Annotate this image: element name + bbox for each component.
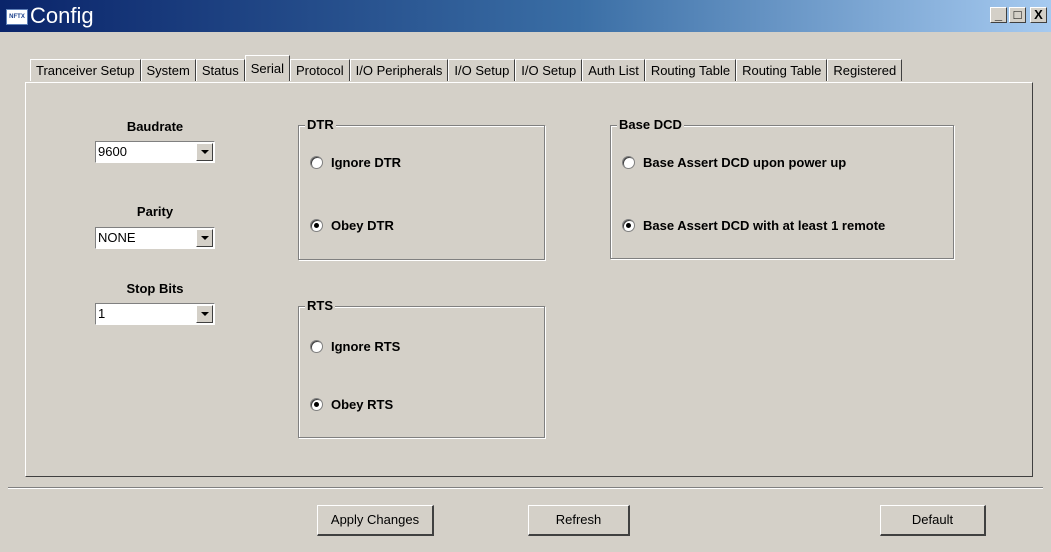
radio-off-icon bbox=[310, 340, 323, 353]
close-button[interactable]: X bbox=[1030, 7, 1047, 23]
tab-io-setup-2[interactable]: I/O Setup bbox=[515, 59, 583, 81]
obey-dtr-radio[interactable]: Obey DTR bbox=[310, 218, 394, 233]
tab-protocol[interactable]: Protocol bbox=[289, 59, 350, 81]
base-dcd-group: Base DCD bbox=[610, 117, 954, 259]
tab-registered[interactable]: Registered bbox=[827, 59, 903, 81]
apply-changes-button[interactable]: Apply Changes bbox=[317, 505, 434, 536]
rts-group: RTS bbox=[298, 298, 545, 438]
ignore-dtr-radio[interactable]: Ignore DTR bbox=[310, 155, 401, 170]
rts-group-title: RTS bbox=[305, 298, 335, 313]
separator bbox=[8, 487, 1043, 489]
tab-io-setup-1[interactable]: I/O Setup bbox=[448, 59, 516, 81]
tab-io-peripherals[interactable]: I/O Peripherals bbox=[349, 59, 449, 81]
tab-status[interactable]: Status bbox=[195, 59, 245, 81]
baudrate-label: Baudrate bbox=[126, 119, 184, 134]
stop-bits-label: Stop Bits bbox=[126, 281, 184, 296]
tab-auth-list[interactable]: Auth List bbox=[582, 59, 645, 81]
dcd-power-up-label: Base Assert DCD upon power up bbox=[643, 155, 847, 170]
refresh-button[interactable]: Refresh bbox=[528, 505, 630, 536]
ignore-rts-label: Ignore RTS bbox=[331, 339, 401, 354]
parity-select[interactable]: NONE bbox=[95, 227, 215, 249]
ignore-rts-radio[interactable]: Ignore RTS bbox=[310, 339, 400, 354]
radio-on-icon bbox=[622, 219, 635, 232]
minimize-button[interactable]: _ bbox=[990, 7, 1007, 23]
obey-dtr-label: Obey DTR bbox=[331, 218, 394, 233]
radio-on-icon bbox=[310, 398, 323, 411]
tab-serial[interactable]: Serial bbox=[244, 55, 290, 81]
dtr-group: DTR bbox=[298, 117, 545, 260]
tab-tranceiver-setup[interactable]: Tranceiver Setup bbox=[30, 59, 141, 81]
stop-bits-select[interactable]: 1 bbox=[95, 303, 215, 325]
tab-routing-table-2[interactable]: Routing Table bbox=[736, 59, 828, 81]
parity-label: Parity bbox=[136, 204, 174, 219]
radio-off-icon bbox=[622, 156, 635, 169]
tab-routing-table-1[interactable]: Routing Table bbox=[644, 59, 737, 81]
app-icon: NFTX bbox=[6, 9, 28, 25]
dtr-group-title: DTR bbox=[305, 117, 336, 132]
dcd-power-up-radio[interactable]: Base Assert DCD upon power up bbox=[622, 155, 846, 170]
dcd-one-remote-radio[interactable]: Base Assert DCD with at least 1 remote bbox=[622, 218, 885, 233]
chevron-down-icon[interactable] bbox=[196, 229, 213, 247]
title-bar[interactable]: NFTX Config _ □ X bbox=[0, 0, 1051, 32]
chevron-down-icon[interactable] bbox=[196, 143, 213, 161]
stop-bits-value: 1 bbox=[98, 306, 106, 321]
chevron-down-icon[interactable] bbox=[196, 305, 213, 323]
window-title: Config bbox=[30, 3, 94, 28]
baudrate-select[interactable]: 9600 bbox=[95, 141, 215, 163]
radio-on-icon bbox=[310, 219, 323, 232]
ignore-dtr-label: Ignore DTR bbox=[331, 155, 402, 170]
base-dcd-group-title: Base DCD bbox=[617, 117, 684, 132]
maximize-button[interactable]: □ bbox=[1009, 7, 1026, 23]
dcd-one-remote-label: Base Assert DCD with at least 1 remote bbox=[643, 218, 886, 233]
default-button[interactable]: Default bbox=[880, 505, 986, 536]
obey-rts-radio[interactable]: Obey RTS bbox=[310, 397, 393, 412]
baudrate-value: 9600 bbox=[98, 144, 127, 159]
parity-value: NONE bbox=[98, 230, 136, 245]
tab-system[interactable]: System bbox=[140, 59, 196, 81]
radio-off-icon bbox=[310, 156, 323, 169]
obey-rts-label: Obey RTS bbox=[331, 397, 394, 412]
tab-strip: Tranceiver Setup System Status Serial Pr… bbox=[30, 55, 903, 81]
